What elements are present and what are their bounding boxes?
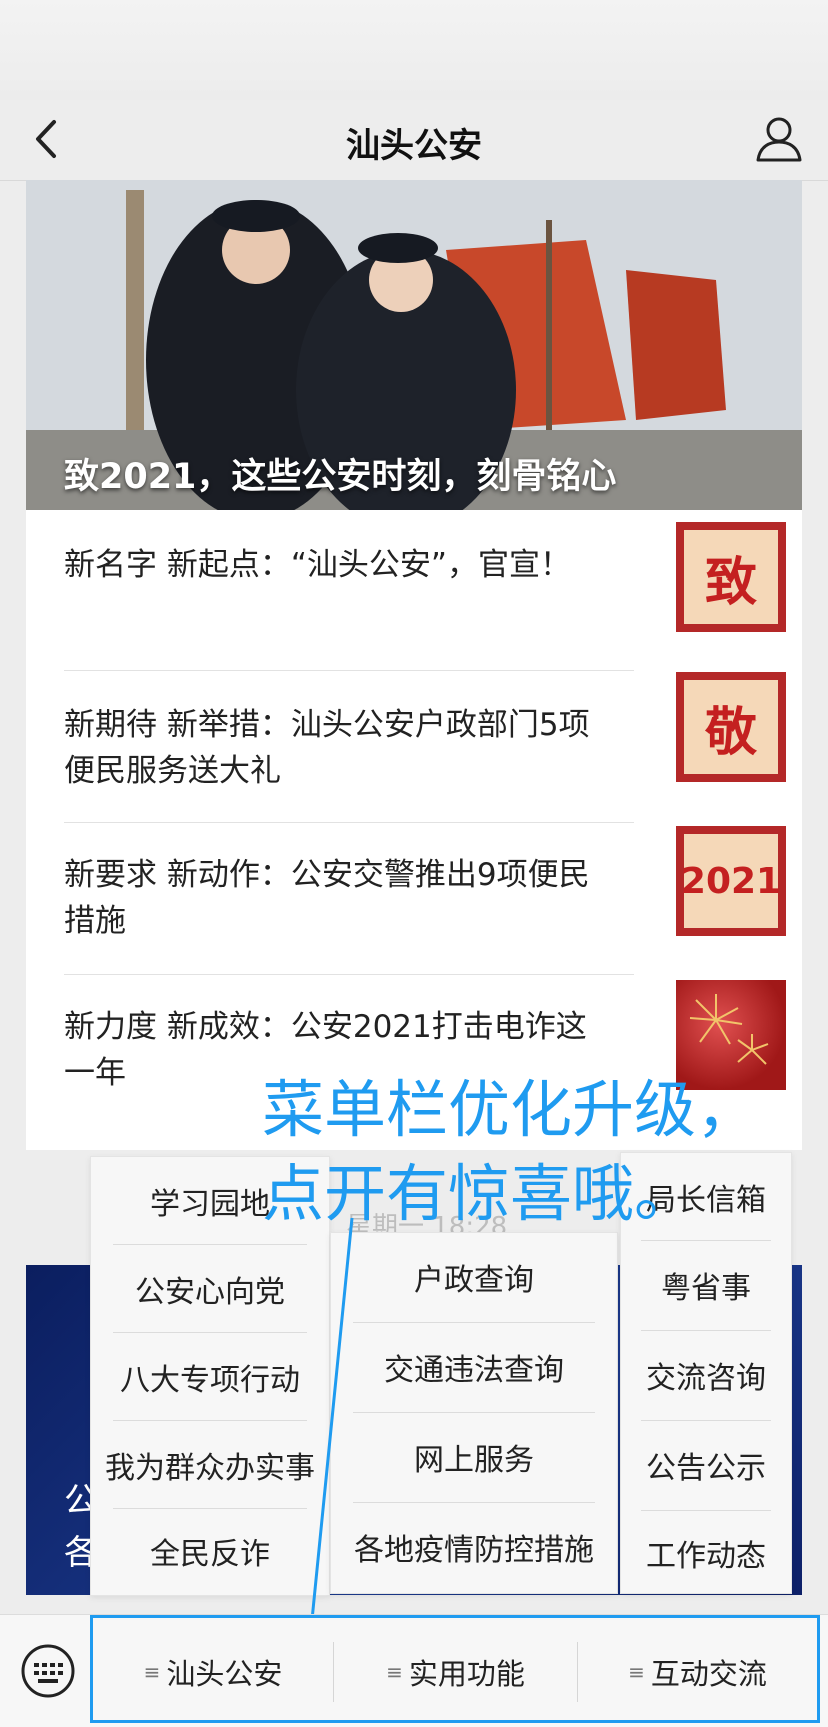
tab-label: 实用功能 [408,1657,525,1691]
menu-lines-icon: ≡ [386,1660,403,1684]
tab-label: 互动交流 [650,1657,767,1691]
tab-label: 汕头公安 [166,1657,283,1691]
tab-interaction[interactable]: ≡ 互动交流 [578,1618,817,1726]
menu-tabs-frame: ≡ 汕头公安 ≡ 实用功能 ≡ 互动交流 [90,1615,820,1723]
annotation-arrow [300,1217,354,1660]
tab-shantou-police[interactable]: ≡ 汕头公安 [93,1618,333,1726]
menu-lines-icon: ≡ [143,1660,161,1684]
menu-lines-icon: ≡ [628,1660,645,1684]
bottom-menu-bar: ≡ 汕头公安 ≡ 实用功能 ≡ 互动交流 [0,1614,828,1727]
keyboard-icon[interactable] [20,1643,76,1699]
tab-utilities[interactable]: ≡ 实用功能 [334,1618,577,1726]
